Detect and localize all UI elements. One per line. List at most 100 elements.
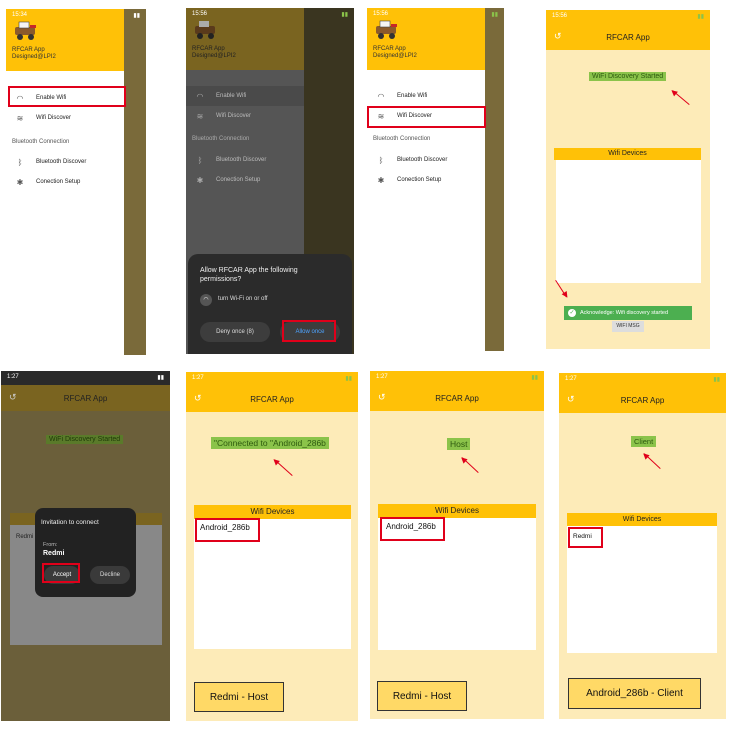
- screenshot-permission: RFCAR App Designed@LPI2 ◠ Enable Wifi ≋ Wif…: [186, 8, 354, 354]
- menu-item-enable-wifi[interactable]: ◠ Enable Wifi: [186, 86, 304, 106]
- app-bar: ↺ RFCAR App: [1, 385, 170, 411]
- status-bar: 1:27 ▮▮: [559, 373, 726, 387]
- app-title: RFCAR App: [435, 393, 479, 403]
- highlight-box: [42, 563, 80, 583]
- caption: Redmi - Host: [194, 682, 284, 712]
- highlight-box: [282, 320, 336, 342]
- designed-by: Designed@LPI2: [192, 53, 236, 59]
- highlight-box: [568, 527, 603, 548]
- screenshot-discovery-started: 15:56 ▮▮ ↺ RFCAR App WiFi Discovery Starte…: [546, 10, 710, 349]
- time: 1:27: [565, 376, 577, 382]
- discovery-status: WiFi Discovery Started: [46, 435, 124, 444]
- menu-item-conn-setup[interactable]: ✱ Conection Setup: [6, 172, 124, 192]
- section-header-bluetooth: Bluetooth Connection: [12, 139, 70, 145]
- back-icon[interactable]: ↺: [194, 393, 202, 404]
- app-title: RFCAR App: [620, 395, 665, 405]
- from-label: From:: [43, 542, 58, 548]
- deny-button[interactable]: Deny once (8): [200, 322, 270, 342]
- designed-by: Designed@LPI2: [373, 53, 417, 59]
- status-bar: 15:56 ▮▮: [186, 8, 354, 22]
- screenshot-invitation: 1:27 ▮▮ ↺ RFCAR App WiFi Discovery Started…: [1, 371, 170, 721]
- wifi-icon: ◠: [377, 91, 385, 101]
- app-name: RFCAR App: [192, 46, 225, 52]
- back-icon[interactable]: ↺: [378, 392, 386, 403]
- menu-item-enable-wifi[interactable]: ◠ Enable Wifi: [367, 86, 485, 106]
- caption: Redmi - Host: [377, 681, 467, 711]
- back-icon[interactable]: ↺: [567, 394, 575, 405]
- time: 1:27: [376, 374, 388, 380]
- screenshot-host: 1:27 ▮▮ ↺ RFCAR App Host Wifi Devices Andr…: [370, 371, 544, 719]
- wifi-devices-header: Wifi Devices: [567, 513, 717, 526]
- wifi-icon: ◠: [196, 91, 204, 101]
- app-bar: ↺ RFCAR App: [370, 385, 544, 411]
- highlight-box: [8, 86, 126, 107]
- status-bar: 15:56 ▮▮: [546, 10, 710, 24]
- toast-text: Acknowledge: Wifi discovery started: [580, 310, 669, 316]
- wifi-msg-button[interactable]: WIFI MSG: [612, 321, 644, 332]
- discovery-status: WiFi Discovery Started: [589, 72, 667, 81]
- bluetooth-icon: ᛒ: [197, 155, 203, 165]
- app-title: RFCAR App: [250, 394, 294, 404]
- invitation-title: Invitation to connect: [41, 519, 99, 526]
- app-bar: ↺ RFCAR App: [546, 24, 710, 50]
- bluetooth-icon: ᛒ: [378, 155, 384, 165]
- menu-label: Conection Setup: [216, 177, 261, 183]
- menu-item-wifi-discover[interactable]: ≋ Wifi Discover: [186, 106, 304, 126]
- bluetooth-settings-icon: ✱: [377, 175, 385, 185]
- menu-item-bt-discover[interactable]: ᛒ Bluetooth Discover: [6, 152, 124, 172]
- wifi-devices-header: Wifi Devices: [194, 505, 351, 519]
- menu-item-conn-setup[interactable]: ✱ Conection Setup: [367, 170, 485, 190]
- menu-item-bt-discover[interactable]: ᛒ Bluetooth Discover: [367, 150, 485, 170]
- drawer-title: RFCAR App Designed@LPI2: [12, 47, 56, 61]
- wifi-devices-header: Wifi Devices: [554, 148, 701, 160]
- screenshot-client: 1:27 ▮▮ ↺ RFCAR App Client Wifi Devices Re…: [559, 373, 726, 719]
- bluetooth-icon: ᛒ: [17, 157, 23, 167]
- status-bar: 15:56 ▮▮: [367, 8, 504, 22]
- menu-item-bt-discover[interactable]: ᛒ Bluetooth Discover: [186, 150, 304, 170]
- section-header-bluetooth: Bluetooth Connection: [373, 136, 431, 142]
- battery-icon: ▮▮: [157, 375, 164, 381]
- connection-status: "Connected to "Android_286b: [211, 437, 329, 449]
- from-name: Redmi: [43, 550, 65, 557]
- menu-label: Enable Wifi: [216, 93, 247, 99]
- back-icon[interactable]: ↺: [9, 392, 17, 403]
- bluetooth-settings-icon: ✱: [196, 175, 204, 185]
- time: 15:56: [552, 13, 568, 19]
- battery-icon: ▮▮: [491, 12, 498, 18]
- status-bar: 1:27 ▮▮: [1, 371, 170, 385]
- drawer-title: RFCAR App Designed@LPI2: [373, 46, 417, 60]
- highlight-box: [367, 106, 486, 128]
- app-title: RFCAR App: [63, 393, 108, 403]
- wifi-scan-icon: ≋: [16, 113, 24, 123]
- menu-label: Bluetooth Discover: [397, 157, 448, 163]
- battery-icon: ▮▮: [713, 377, 720, 383]
- invitation-dialog: Invitation to connect From: Redmi Accept…: [35, 508, 136, 597]
- permission-question: Allow RFCAR App the following permission…: [200, 267, 298, 283]
- menu-label: Wifi Discover: [36, 115, 72, 121]
- wifi-devices-header: Wifi Devices: [378, 504, 536, 518]
- highlight-box: [380, 517, 445, 541]
- nav-drawer: RFCAR App Designed@LPI2 ◠ Enable Wifi ≋ Wif…: [367, 8, 485, 351]
- menu-item-wifi-discover[interactable]: ≋ Wifi Discover: [6, 108, 124, 128]
- menu-item-conn-setup[interactable]: ✱ Conection Setup: [186, 170, 304, 190]
- wifi-icon: ◠: [200, 294, 212, 306]
- app-name: RFCAR App: [373, 46, 406, 52]
- battery-icon: ▮▮: [345, 376, 352, 382]
- battery-icon: ▮▮: [133, 13, 140, 19]
- caption: Android_286b - Client: [568, 678, 701, 709]
- permission-text: turn Wi-Fi on or off: [218, 296, 268, 302]
- menu-label: Bluetooth Discover: [36, 159, 87, 165]
- wifi-scan-icon: ≋: [196, 111, 204, 121]
- highlight-box: [195, 518, 260, 542]
- decline-button[interactable]: Decline: [90, 566, 130, 584]
- menu-label: Bluetooth Discover: [216, 157, 267, 163]
- time: 15:56: [192, 11, 208, 17]
- screenshot-drawer-wifi-discover: RFCAR App Designed@LPI2 ◠ Enable Wifi ≋ Wif…: [367, 8, 504, 351]
- status-bar: 1:27 ▮▮: [186, 372, 358, 386]
- toast: ✓ Acknowledge: Wifi discovery started: [564, 306, 692, 320]
- menu-label: Enable Wifi: [397, 93, 428, 99]
- back-icon[interactable]: ↺: [554, 31, 562, 42]
- menu-label: Conection Setup: [36, 179, 81, 185]
- bluetooth-settings-icon: ✱: [16, 177, 24, 187]
- role-status: Host: [447, 438, 471, 450]
